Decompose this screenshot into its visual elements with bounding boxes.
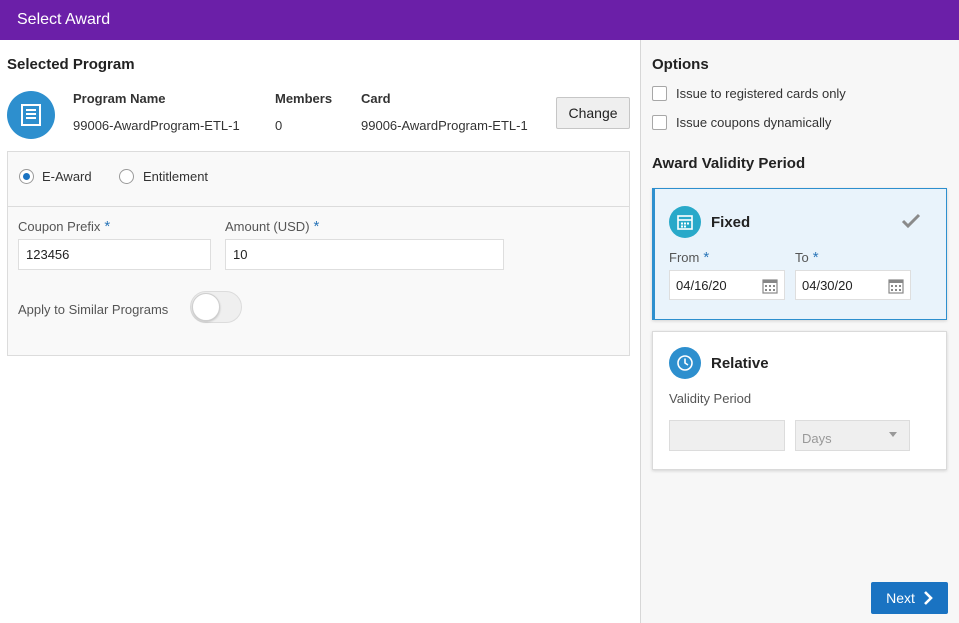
- left-panel: Selected Program Program Name Members Ca…: [0, 40, 640, 623]
- members-value: 0: [275, 118, 283, 133]
- program-icon: [7, 91, 55, 139]
- next-label: Next: [886, 590, 915, 606]
- toggle-knob: [192, 293, 220, 321]
- right-panel: Options Issue to registered cards only I…: [640, 40, 959, 623]
- apply-similar-toggle[interactable]: [190, 291, 242, 323]
- to-label: To *: [795, 249, 819, 266]
- e-award-label[interactable]: E-Award: [42, 169, 92, 184]
- validity-heading: Award Validity Period: [652, 155, 806, 172]
- entitlement-radio[interactable]: [119, 169, 134, 184]
- card-header: Card: [361, 91, 391, 106]
- from-label: From *: [669, 249, 710, 266]
- entitlement-label[interactable]: Entitlement: [143, 169, 208, 184]
- dialog-title: Select Award: [17, 11, 111, 28]
- fixed-title: Fixed: [711, 214, 751, 231]
- relative-validity-card[interactable]: Relative Validity Period Days: [652, 331, 947, 470]
- chevron-down-icon: [889, 432, 897, 437]
- to-date-value: 04/30/20: [802, 278, 853, 293]
- validity-period-input[interactable]: [669, 420, 785, 451]
- next-button[interactable]: Next: [871, 582, 948, 614]
- relative-title: Relative: [711, 355, 769, 372]
- fixed-validity-card[interactable]: Fixed From * To * 04/16/20 04/30/20: [652, 188, 947, 320]
- members-header: Members: [275, 91, 333, 106]
- checkmark-icon: [901, 213, 921, 229]
- to-date-input[interactable]: 04/30/20: [795, 270, 911, 300]
- program-name-header: Program Name: [73, 91, 166, 106]
- program-name-value: 99006-AwardProgram-ETL-1: [73, 118, 240, 133]
- chevron-right-icon: [923, 591, 933, 605]
- options-heading: Options: [652, 56, 709, 73]
- dynamic-coupons-label[interactable]: Issue coupons dynamically: [676, 115, 831, 130]
- validity-period-label: Validity Period: [669, 391, 752, 406]
- validity-unit-select[interactable]: Days: [795, 420, 910, 451]
- coupon-prefix-input[interactable]: [18, 239, 211, 270]
- award-details-box: E-Award Entitlement Coupon Prefix* Amoun…: [7, 151, 630, 356]
- clock-icon: [669, 347, 701, 379]
- amount-label: Amount (USD) *: [225, 218, 320, 235]
- amount-input[interactable]: [225, 239, 504, 270]
- dialog-title-bar: Select Award: [0, 0, 959, 40]
- document-list-icon: [21, 104, 41, 126]
- section-divider: [8, 206, 629, 207]
- calendar-picker-icon[interactable]: [762, 278, 778, 294]
- change-program-button[interactable]: Change: [556, 97, 630, 129]
- registered-cards-checkbox[interactable]: [652, 86, 667, 101]
- registered-cards-label[interactable]: Issue to registered cards only: [676, 86, 846, 101]
- e-award-radio[interactable]: [19, 169, 34, 184]
- dynamic-coupons-checkbox[interactable]: [652, 115, 667, 130]
- card-value: 99006-AwardProgram-ETL-1: [361, 118, 528, 133]
- coupon-prefix-label: Coupon Prefix *: [18, 218, 111, 235]
- calendar-picker-icon[interactable]: [888, 278, 904, 294]
- from-date-value: 04/16/20: [676, 278, 727, 293]
- calendar-icon: [669, 206, 701, 238]
- apply-similar-label: Apply to Similar Programs: [18, 302, 169, 317]
- from-date-input[interactable]: 04/16/20: [669, 270, 785, 300]
- validity-unit-value: Days: [802, 431, 832, 446]
- selected-program-heading: Selected Program: [7, 56, 135, 73]
